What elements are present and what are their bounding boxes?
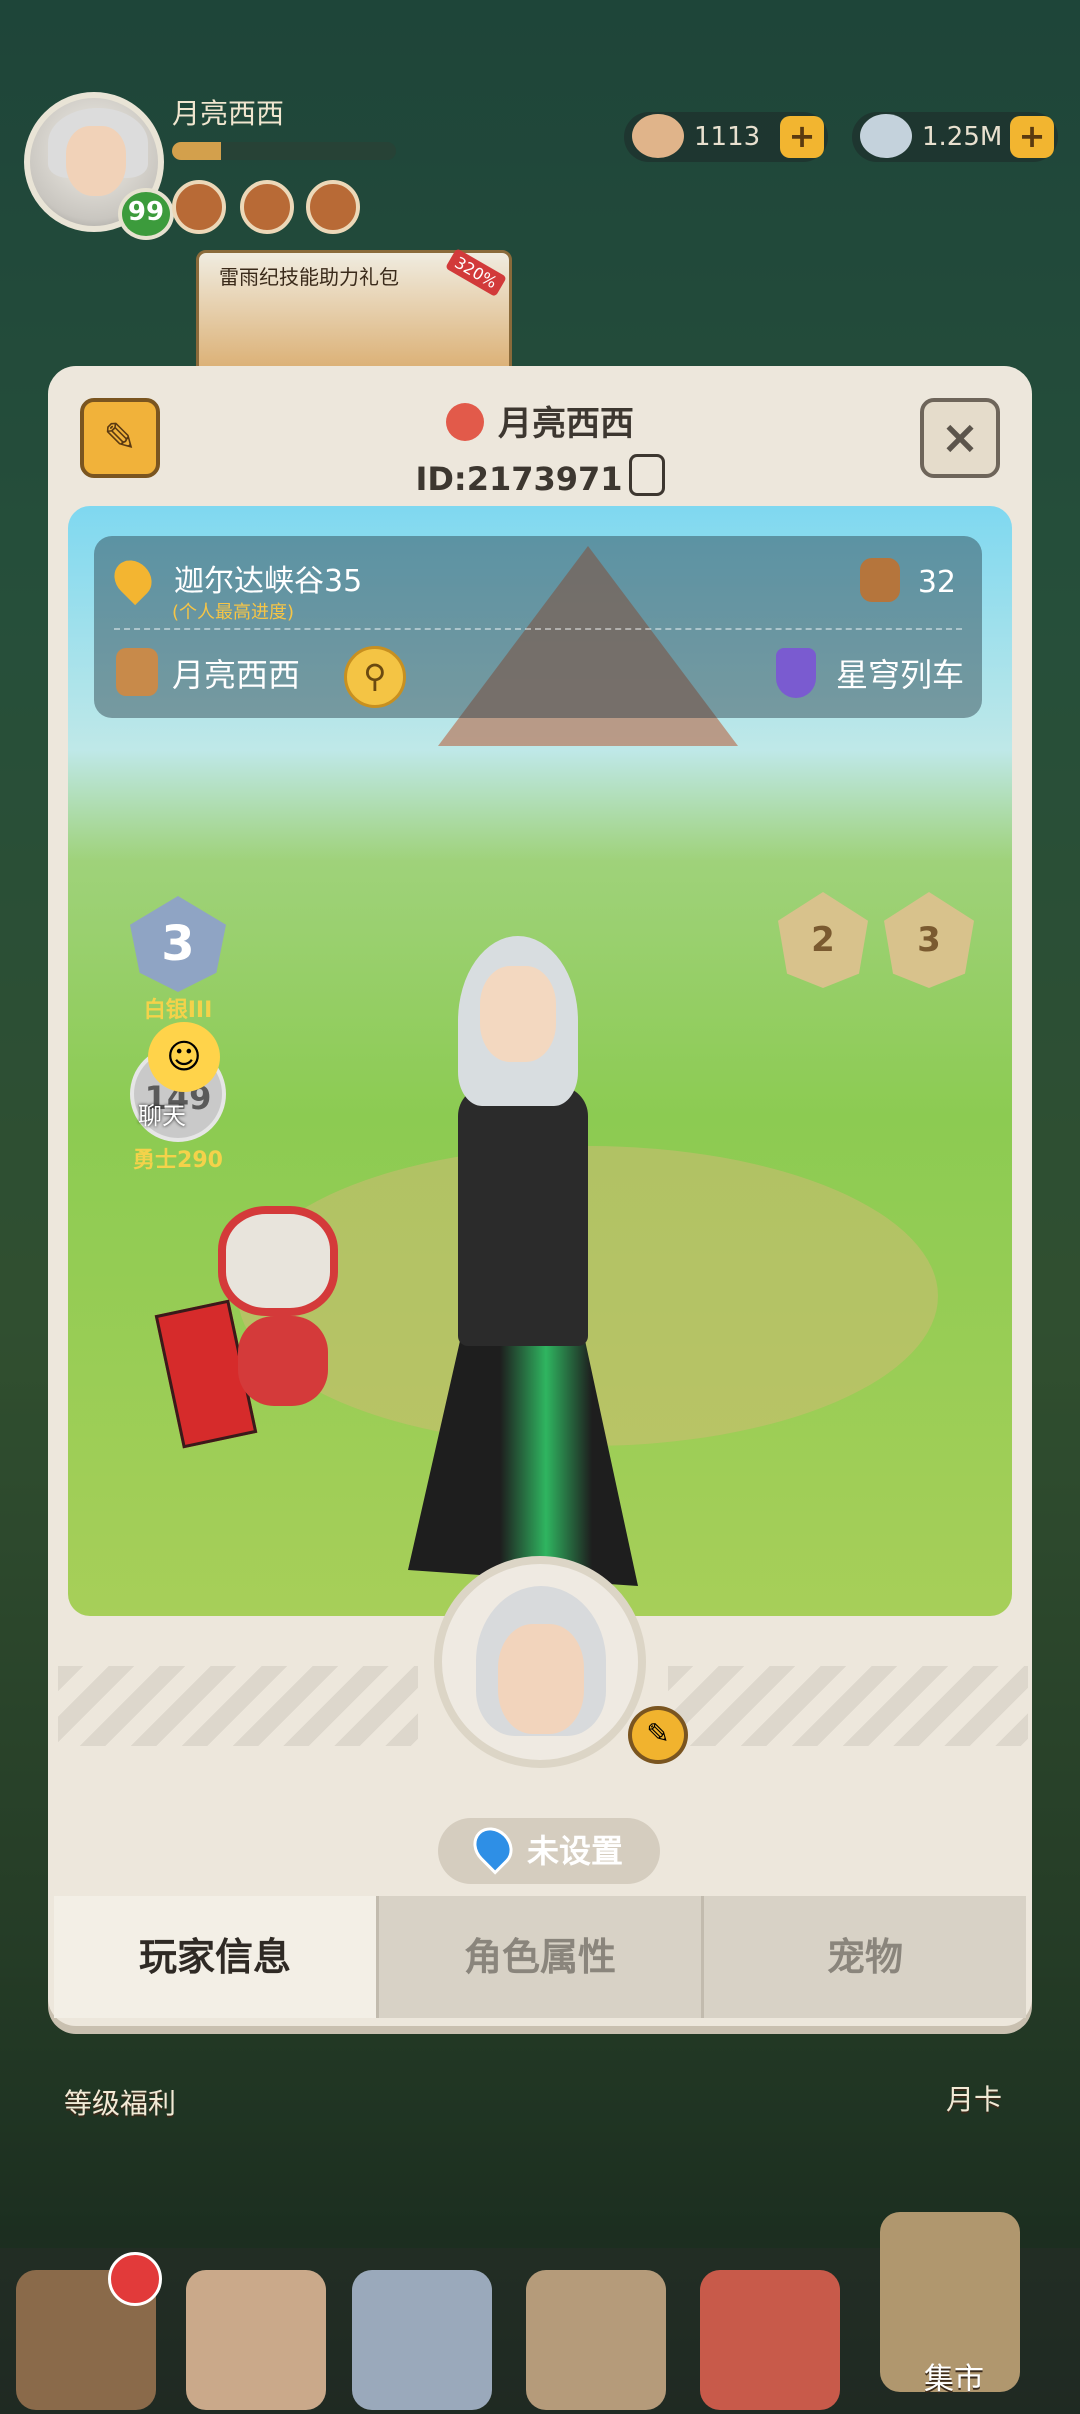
close-button[interactable]: × [920,398,1000,478]
guild-name: 月亮西西 [172,656,301,694]
medal-2[interactable]: 3 [884,892,974,988]
info-bar: 迦尔达峡谷35 (个人最高进度) 32 月亮西西 ⚲ 星穹列车 [94,536,982,718]
resource-stone: 1.25M + [852,112,1058,162]
guild: 月亮西西 [116,648,300,696]
resource-shell: 1113 + [624,112,828,162]
server-name: 星穹列车 [835,656,964,694]
power-label: 勇士290 [133,1148,223,1173]
location-subtext: (个人最高进度) [172,602,295,623]
copy-icon[interactable] [628,454,665,496]
hud-player-name: 月亮西西 [172,97,285,130]
level-reward-label[interactable]: 等级福利 [64,2082,176,2122]
portrait-avatar[interactable] [434,1556,646,1768]
likes-count[interactable]: 32 [859,558,956,602]
shell-icon [632,114,684,158]
dock-button-2[interactable] [186,2270,326,2410]
title-name: 月亮西西 [498,404,634,444]
search-icon[interactable]: ⚲ [344,646,406,708]
player-character [398,836,698,1616]
add-stone-button[interactable]: + [1010,116,1054,158]
likes-icon [859,558,900,602]
pin-icon [106,552,160,606]
tab-character-attributes[interactable]: 角色属性 [376,1896,701,2018]
id-text: ID:2173971 [415,460,623,498]
pattern-left [58,1666,418,1746]
tab-pets[interactable]: 宠物 [701,1896,1026,2018]
stone-icon [860,114,912,158]
pattern-right [668,1666,1028,1746]
month-card-label[interactable]: 月卡 [946,2078,1002,2118]
pencil-icon[interactable]: ✎ [628,1706,688,1764]
location-setting-text: 未设置 [526,1832,623,1870]
server: 星穹列车 [775,648,964,698]
pet-character [154,1186,368,1449]
progress-location: 迦尔达峡谷35 [106,552,363,606]
location-text: 迦尔达峡谷35 [174,564,363,599]
player-profile-dialog: ✎ 月亮西西 ID:2173971 × 迦尔达峡谷35 (个人最高进度) 32 … [48,366,1032,2026]
dialog-title: 月亮西西 [48,396,1032,445]
dock-button-3[interactable] [352,2270,492,2410]
player-id: ID:2173971 [48,454,1032,498]
location-setting[interactable]: 未设置 [438,1818,660,1884]
market-label: 集市 [924,2362,984,2397]
pin-icon [465,1819,521,1875]
likes-value: 32 [917,565,956,600]
chat-icon: ☺ [148,1022,220,1092]
skill-icon-2[interactable] [240,180,294,234]
tab-player-info[interactable]: 玩家信息 [54,1896,376,2018]
server-icon [775,648,816,698]
medal-1[interactable]: 2 [778,892,868,988]
key-icon [446,403,484,441]
xp-bar [172,142,396,160]
divider [114,628,962,630]
dock-button-5[interactable] [700,2270,840,2410]
skill-icon-1[interactable] [172,180,226,234]
guild-icon [116,648,158,696]
dock-button-4[interactable] [526,2270,666,2410]
rank-badge[interactable]: 3 白银III [108,896,248,1024]
rank-icon: 3 [130,896,226,992]
promo-tag: 320% [445,248,507,297]
stone-count: 1.25M [922,122,1003,152]
rank-label: 白银III [143,998,213,1023]
notification-badge [108,2252,162,2306]
level-badge: 99 [118,188,174,240]
skill-icon-3[interactable] [306,180,360,234]
tab-bar: 玩家信息 角色属性 宠物 [54,1896,1026,2018]
shell-count: 1113 [694,122,761,152]
chat-label: 聊天 [138,1102,186,1130]
promo-title: 雷雨纪技能助力礼包 [219,265,399,289]
add-shell-button[interactable]: + [780,116,824,158]
character-scene: 迦尔达峡谷35 (个人最高进度) 32 月亮西西 ⚲ 星穹列车 3 白银III … [68,506,1012,1616]
